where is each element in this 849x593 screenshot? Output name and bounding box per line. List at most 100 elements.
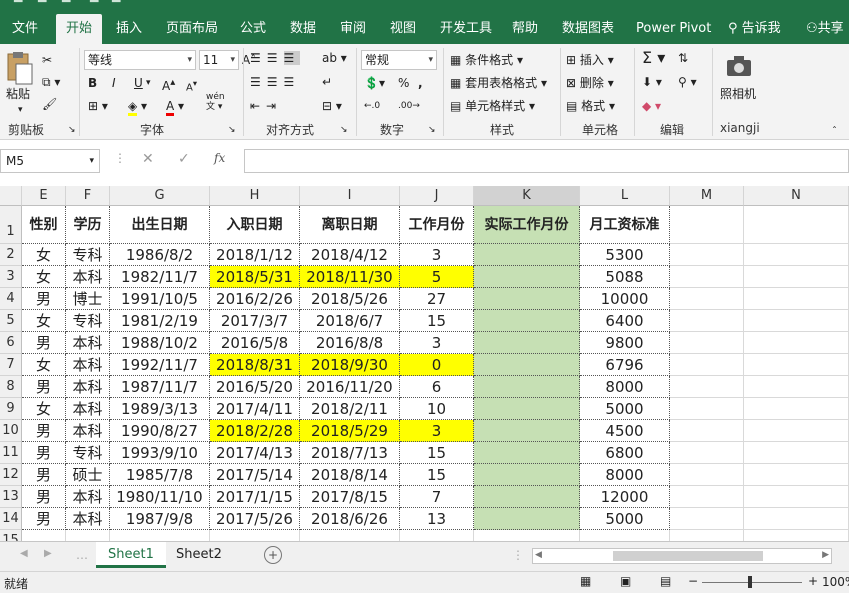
cell-n14[interactable] [744,508,849,530]
column-header-g[interactable]: G [110,186,210,206]
horizontal-align-icons[interactable]: ☰☰☰ [250,72,300,92]
sort-filter-icon[interactable]: ⇅ [678,48,688,68]
cell-f13[interactable]: 本科 [66,486,110,508]
cell-j8[interactable]: 6 [400,376,474,398]
wrap-text-icon[interactable]: ↵ [322,72,332,92]
fill-icon[interactable]: ⬇ ▾ [642,72,662,92]
find-select-icon[interactable]: ⚲ ▾ [678,72,697,92]
row-header-15[interactable]: 15 [0,530,22,541]
enter-icon[interactable]: ✓ [178,151,190,167]
row-header-12[interactable]: 12 [0,464,22,486]
cell-f3[interactable]: 本科 [66,266,110,288]
row-header-13[interactable]: 13 [0,486,22,508]
increase-decimal-icon[interactable]: ←.0 [364,96,380,116]
cell-f14[interactable]: 本科 [66,508,110,530]
cell-k2[interactable] [474,244,580,266]
row-header-14[interactable]: 14 [0,508,22,530]
cell-h2[interactable]: 2018/1/12 [210,244,300,266]
cell-e3[interactable]: 女 [22,266,66,288]
horizontal-scrollbar[interactable]: ◀ ▶ [532,548,832,564]
cell-l6[interactable]: 9800 [580,332,670,354]
italic-button[interactable]: I [112,73,116,93]
cell-k10[interactable] [474,420,580,442]
cell-i11[interactable]: 2018/7/13 [300,442,400,464]
zoom-out-icon[interactable]: − [688,574,698,588]
cell-n5[interactable] [744,310,849,332]
cell-e4[interactable]: 男 [22,288,66,310]
cell-m2[interactable] [670,244,744,266]
cell-i13[interactable]: 2017/8/15 [300,486,400,508]
cell-g13[interactable]: 1980/11/10 [110,486,210,508]
cell-h5[interactable]: 2017/3/7 [210,310,300,332]
cell-m1[interactable] [670,206,744,244]
cell-e2[interactable]: 女 [22,244,66,266]
cell-m4[interactable] [670,288,744,310]
sheet-tab-sheet2[interactable]: Sheet2 [164,542,234,568]
column-header-l[interactable]: L [580,186,670,206]
cell-k6[interactable] [474,332,580,354]
quick-access-icon[interactable]: ▀ [14,0,22,9]
merge-center-icon[interactable]: ⊟ ▾ [322,96,342,116]
percent-button[interactable]: % [398,73,409,93]
currency-icon[interactable]: 💲▾ [364,73,385,93]
tab-split-icon[interactable]: ⋮ [512,548,524,562]
clear-icon[interactable]: ◆ ▾ [642,96,661,116]
add-sheet-icon[interactable]: + [264,546,282,564]
cell-h10[interactable]: 2018/2/28 [210,420,300,442]
cell-k7[interactable] [474,354,580,376]
scroll-left-arrow-icon[interactable]: ◀ [535,550,542,560]
cell-g14[interactable]: 1987/9/8 [110,508,210,530]
delete-cells-button[interactable]: ⊠ 删除 ▾ [566,73,614,93]
cell-l3[interactable]: 5088 [580,266,670,288]
cell-m7[interactable] [670,354,744,376]
cell-n7[interactable] [744,354,849,376]
format-cells-button[interactable]: ▤ 格式 ▾ [566,96,615,116]
cell-h9[interactable]: 2017/4/11 [210,398,300,420]
tab-home[interactable]: 开始 [56,14,103,44]
font-size-combo[interactable]: 11 ▾ [199,50,239,70]
cell-e14[interactable]: 男 [22,508,66,530]
cell-k12[interactable] [474,464,580,486]
cell-n9[interactable] [744,398,849,420]
tab-insert[interactable]: 插入 [106,14,152,44]
cell-j3[interactable]: 5 [400,266,474,288]
cell-i12[interactable]: 2018/8/14 [300,464,400,486]
cell-k9[interactable] [474,398,580,420]
tell-me-search[interactable]: ⚲ 告诉我 [718,14,791,44]
cell-l2[interactable]: 5300 [580,244,670,266]
cell-l5[interactable]: 6400 [580,310,670,332]
cell-i8[interactable]: 2016/11/20 [300,376,400,398]
row-header-3[interactable]: 3 [0,266,22,288]
cell-h7[interactable]: 2018/8/31 [210,354,300,376]
cell-g8[interactable]: 1987/11/7 [110,376,210,398]
cell-i9[interactable]: 2018/2/11 [300,398,400,420]
quick-access-icon[interactable]: ▀ [112,0,120,9]
cell-g3[interactable]: 1982/11/7 [110,266,210,288]
row-header-10[interactable]: 10 [0,420,22,442]
cell-g7[interactable]: 1992/11/7 [110,354,210,376]
cell-h11[interactable]: 2017/4/13 [210,442,300,464]
underline-dropdown-icon[interactable]: ▾ [146,73,151,93]
scroll-right-icon[interactable]: ▶ [44,548,52,559]
cell-m8[interactable] [670,376,744,398]
row-header-6[interactable]: 6 [0,332,22,354]
cell-f6[interactable]: 本科 [66,332,110,354]
tab-page-layout[interactable]: 页面布局 [156,14,228,44]
scrollbar-thumb[interactable] [613,551,763,561]
cell-k5[interactable] [474,310,580,332]
quick-access-icon[interactable]: ▀ [90,0,98,9]
cell-g15[interactable] [110,530,210,541]
cell-h12[interactable]: 2017/5/14 [210,464,300,486]
scroll-left-icon[interactable]: ◀ [20,548,28,559]
format-painter-icon[interactable]: 🖌 [42,94,57,114]
cell-k3[interactable] [474,266,580,288]
tab-file[interactable]: 文件 [2,14,48,44]
conditional-format-button[interactable]: ▦ 条件格式 ▾ [450,50,523,70]
cell-e7[interactable]: 女 [22,354,66,376]
indent-icons[interactable]: ⇤⇥ [250,96,282,116]
cell-g5[interactable]: 1981/2/19 [110,310,210,332]
column-header-f[interactable]: F [66,186,110,206]
cell-g6[interactable]: 1988/10/2 [110,332,210,354]
tab-power-pivot[interactable]: Power Pivot [626,14,721,44]
underline-button[interactable]: U [134,73,143,93]
